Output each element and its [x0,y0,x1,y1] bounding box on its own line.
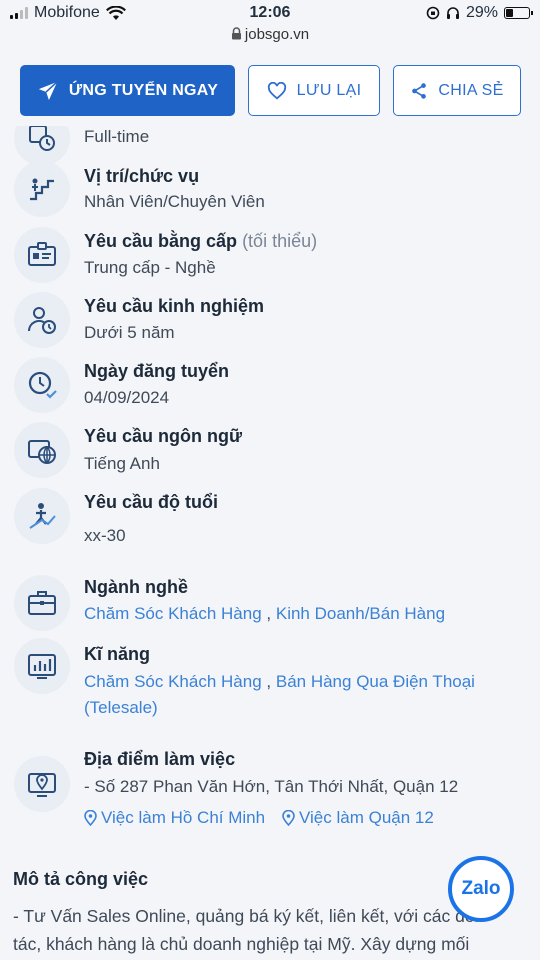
position-title: Vị trí/chức vụ [84,166,200,186]
skills-links-line1: Chăm Sóc Khách Hàng , Bán Hàng Qua Điện … [84,672,475,692]
work-type-value: Full-time [84,127,150,146]
clock-calendar-icon [14,126,70,166]
person-growth-icon [14,488,70,544]
apply-now-button[interactable]: ỨNG TUYỂN NGAY [20,65,235,116]
map-pin-icon [282,810,295,826]
id-card-icon [14,227,70,283]
industry-link[interactable]: Chăm Sóc Khách Hàng [84,604,262,623]
degree-title: Yêu cầu bằng cấp [84,231,238,251]
zalo-label: Zalo [461,878,501,899]
description-line: - Tư Vấn Sales Online, quảng bá ký kết, … [13,906,479,926]
skill-link[interactable]: Chăm Sóc Khách Hàng [84,672,262,691]
clock-check-icon [14,357,70,413]
location-link-q12-label: Việc làm Quận 12 [299,808,434,827]
save-job-label: LƯU LẠI [296,81,362,99]
battery-percent: 29% [465,4,498,21]
skills-separator: , [266,672,272,691]
send-icon [38,80,58,100]
headphones-icon [446,7,459,19]
description-title: Mô tả công việc [13,869,149,889]
save-job-button[interactable]: LƯU LẠI [248,65,380,116]
share-icon [412,82,427,99]
location-title: Địa điểm làm việc [84,749,236,769]
skill-link-continued[interactable]: (Telesale) [84,698,158,718]
status-bar: Mobifone 12:06 29% [0,0,540,26]
location-address: - Số 287 Phan Văn Hớn, Tân Thới Nhất, Qu… [84,777,459,796]
skill-link[interactable]: Bán Hàng Qua Điện Thoại [276,672,475,691]
location-monitor-icon [14,756,70,812]
action-bar: ỨNG TUYỂN NGAY LƯU LẠI CHIA SẺ [0,56,540,126]
apply-now-label: ỨNG TUYỂN NGAY [68,81,219,99]
industry-link[interactable]: Kinh Doanh/Bán Hàng [276,604,445,623]
position-value: Nhân Viên/Chuyên Viên [84,192,265,211]
zalo-chat-button[interactable]: Zalo [448,856,514,922]
industry-title: Ngành nghề [84,577,188,597]
location-link-q12[interactable]: Việc làm Quận 12 [282,808,434,828]
degree-title-row: Yêu cầu bằng cấp (tối thiểu) [84,231,317,252]
url-bar[interactable]: jobsgo.vn [0,26,540,50]
map-pin-icon [84,810,97,826]
experience-title: Yêu cầu kinh nghiệm [84,296,265,316]
description-line: tác, khách hàng là chủ doanh nghiệp tại … [13,934,470,954]
skills-chart-icon [14,638,70,694]
age-title: Yêu cầu độ tuổi [84,492,219,512]
experience-value: Dưới 5 năm [84,323,175,342]
industry-links: Chăm Sóc Khách Hàng , Kinh Doanh/Bán Hàn… [84,604,445,624]
heart-icon [267,81,286,100]
degree-value: Trung cấp - Nghề [84,258,216,277]
industry-separator: , [266,604,272,623]
share-button[interactable]: CHIA SẺ [393,65,521,116]
degree-title-note: (tối thiểu) [242,231,318,251]
description-body: - Tư Vấn Sales Online, quảng bá ký kết, … [13,902,513,958]
language-value: Tiếng Anh [84,454,160,473]
location-link-hcm-label: Việc làm Hồ Chí Minh [101,808,266,827]
url-text: jobsgo.vn [244,26,310,43]
language-title: Yêu cầu ngôn ngữ [84,426,243,446]
briefcase-icon [14,575,70,631]
language-globe-icon [14,422,70,478]
battery-icon [504,7,533,19]
posted-date-value: 04/09/2024 [84,388,170,407]
skills-title: Kĩ năng [84,644,150,664]
location-link-hcm[interactable]: Việc làm Hồ Chí Minh [84,808,265,828]
rotation-lock-icon [426,6,440,20]
share-label: CHIA SẺ [438,81,504,99]
age-value: xx-30 [84,526,126,545]
posted-date-title: Ngày đăng tuyển [84,361,230,381]
job-detail-content[interactable]: Full-time Vị trí/chức vụ Nhân Viên/Chuyê… [0,126,540,960]
status-right: 29% [426,4,533,22]
battery-fill [506,9,513,17]
career-stairs-icon [14,161,70,217]
lock-icon [231,27,241,40]
user-clock-icon [14,292,70,348]
